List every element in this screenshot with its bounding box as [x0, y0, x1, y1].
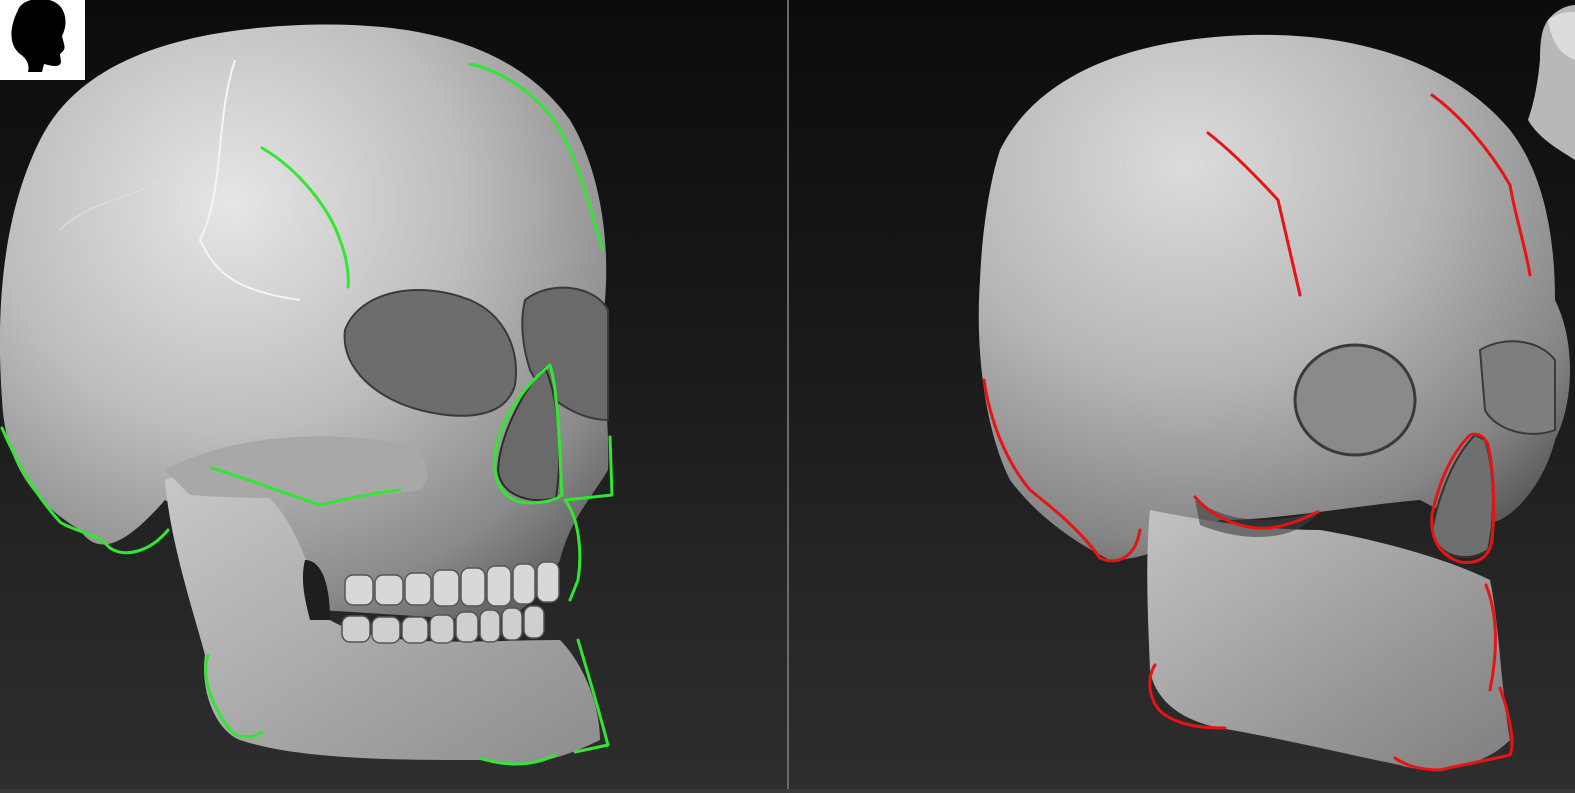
right-orbit — [1478, 340, 1556, 435]
head-thumbnail[interactable] — [0, 0, 85, 80]
sculpted-skull-render[interactable] — [789, 0, 1575, 793]
right-viewport[interactable] — [789, 0, 1575, 793]
head-silhouette-icon — [11, 0, 66, 72]
left-viewport[interactable] — [0, 0, 787, 793]
left-orbit — [1293, 343, 1417, 457]
reference-head-thumbnail-icon[interactable] — [1528, 5, 1575, 160]
detailed-skull-render[interactable] — [0, 0, 787, 793]
viewport-bottom-border — [0, 789, 1575, 793]
cranium-shape — [0, 24, 609, 620]
